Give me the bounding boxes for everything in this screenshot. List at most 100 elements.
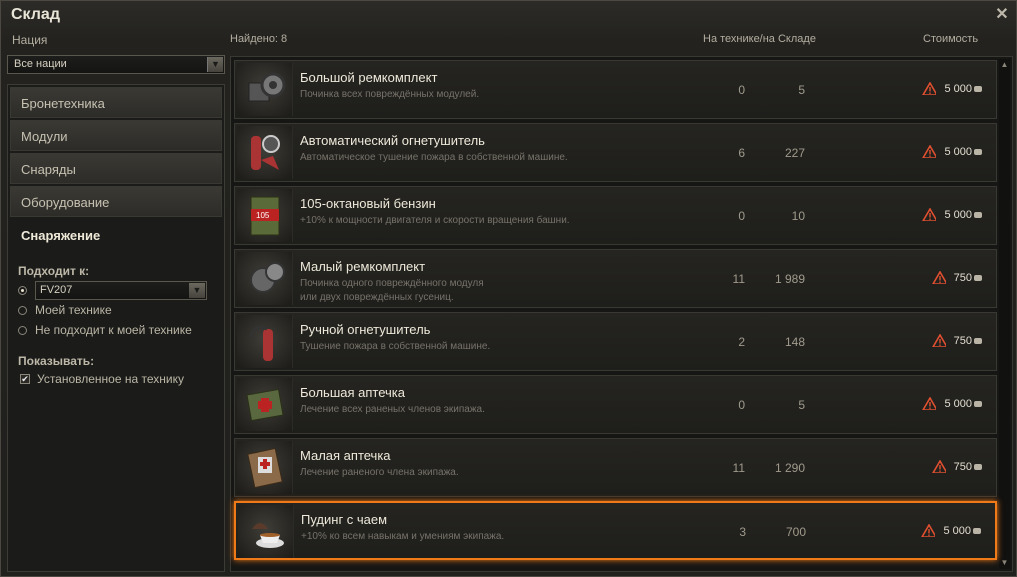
- item-price: 5 000: [921, 524, 981, 537]
- warning-icon: [931, 271, 946, 284]
- price-value: 5 000: [943, 524, 971, 537]
- item-price: 750: [931, 334, 982, 347]
- category-sidebar: Бронетехника Модули Снаряды Оборудование…: [7, 84, 225, 572]
- radio-selected-icon[interactable]: [18, 285, 27, 295]
- item-description: Лечение всех раненых членов экипажа.: [300, 404, 485, 415]
- in-depot-count: 700: [785, 525, 806, 539]
- scroll-down-icon[interactable]: ▼: [999, 557, 1010, 569]
- on-vehicle-count: 0: [738, 83, 745, 97]
- in-depot-count: 10: [791, 209, 805, 223]
- category-equipment[interactable]: Оборудование: [10, 186, 222, 217]
- in-depot-count: 1 989: [774, 272, 805, 286]
- repair-kit-small-icon: [237, 252, 293, 305]
- price-value: 750: [953, 271, 972, 284]
- item-row[interactable]: Пудинг с чаем +10% ко всем навыкам и умен…: [234, 501, 997, 560]
- category-vehicles[interactable]: Бронетехника: [10, 87, 222, 118]
- pudding-tea-icon: [238, 505, 294, 558]
- vehicle-select[interactable]: FV207 ▼: [35, 280, 207, 300]
- warning-icon: [922, 397, 937, 410]
- on-vehicle-count: 3: [739, 525, 746, 539]
- show-label: Показывать:: [18, 354, 95, 368]
- item-price: 5 000: [922, 397, 982, 410]
- radio-icon[interactable]: [18, 305, 27, 315]
- item-list: ▲ ▼ Большой ремкомплект Починка всех повр…: [230, 56, 1013, 572]
- item-row[interactable]: Большая аптечка Лечение всех раненых член…: [234, 375, 997, 434]
- item-description: или двух повреждённых гусениц.: [300, 292, 454, 303]
- item-name: 105-октановый бензин: [300, 196, 436, 211]
- item-name: Большой ремкомплект: [300, 70, 438, 85]
- nation-select-value: Все нации: [14, 58, 67, 70]
- chevron-down-icon[interactable]: ▼: [189, 282, 205, 298]
- credits-icon: [974, 148, 982, 155]
- on-vehicle-count: 11: [732, 461, 745, 475]
- item-row[interactable]: Большой ремкомплект Починка всех повреждё…: [234, 60, 997, 119]
- fits-label: Подходит к:: [18, 264, 90, 278]
- column-header-quantity: На технике/на Складе: [703, 33, 816, 45]
- price-value: 5 000: [944, 82, 972, 95]
- fits-option-label: Моей технике: [35, 303, 112, 317]
- not-fits-option[interactable]: Не подходит к моей технике: [18, 320, 224, 340]
- credits-icon: [974, 274, 982, 281]
- first-aid-large-icon: [237, 378, 293, 431]
- scrollbar[interactable]: ▲ ▼: [999, 59, 1010, 569]
- item-row[interactable]: Малый ремкомплект Починка одного повреждё…: [234, 249, 997, 308]
- in-depot-count: 1 290: [774, 461, 805, 475]
- auto-extinguisher-icon: [237, 126, 293, 179]
- category-consumables[interactable]: Снаряжение: [10, 219, 222, 250]
- fits-my-vehicles-option[interactable]: Моей технике: [18, 300, 224, 320]
- warning-icon: [931, 334, 946, 347]
- first-aid-small-icon: [237, 441, 293, 494]
- item-description: Тушение пожара в собственной машине.: [300, 341, 491, 352]
- item-description: Лечение раненого члена экипажа.: [300, 467, 459, 478]
- price-value: 5 000: [944, 208, 972, 221]
- item-row[interactable]: Малая аптечка Лечение раненого члена экип…: [234, 438, 997, 497]
- item-name: Малый ремкомплект: [300, 259, 426, 274]
- fits-vehicle-option[interactable]: FV207 ▼: [18, 280, 224, 300]
- item-price: 750: [931, 460, 982, 473]
- warning-icon: [921, 524, 936, 537]
- item-description: +10% к мощности двигателя и скорости вра…: [300, 215, 570, 226]
- warning-icon: [931, 460, 946, 473]
- credits-icon: [974, 463, 982, 470]
- chevron-down-icon[interactable]: ▼: [207, 57, 223, 72]
- svg-text:105: 105: [256, 211, 270, 220]
- close-icon[interactable]: ✕: [994, 7, 1010, 23]
- radio-icon[interactable]: [18, 325, 27, 335]
- scroll-up-icon[interactable]: ▲: [999, 59, 1010, 71]
- credits-icon: [973, 527, 981, 534]
- item-row[interactable]: Автоматический огнетушитель Автоматическо…: [234, 123, 997, 182]
- item-name: Автоматический огнетушитель: [300, 133, 485, 148]
- gasoline-105-icon: 105: [237, 189, 293, 242]
- item-name: Ручной огнетушитель: [300, 322, 431, 337]
- window-title: Склад: [11, 6, 60, 23]
- on-vehicle-count: 6: [738, 146, 745, 160]
- item-row[interactable]: 105 105-октановый бензин +10% к мощности д…: [234, 186, 997, 245]
- price-value: 750: [953, 460, 972, 473]
- item-row[interactable]: Ручной огнетушитель Тушение пожара в собс…: [234, 312, 997, 371]
- checkbox-checked-icon[interactable]: ✔: [20, 374, 30, 384]
- in-depot-count: 227: [784, 146, 805, 160]
- on-vehicle-count: 0: [738, 398, 745, 412]
- on-vehicle-count: 2: [738, 335, 745, 349]
- item-description: Починка всех повреждённых модулей.: [300, 89, 480, 100]
- price-value: 5 000: [944, 397, 972, 410]
- show-installed-label: Установленное на технику: [37, 372, 184, 386]
- credits-icon: [974, 85, 982, 92]
- item-price: 5 000: [922, 208, 982, 221]
- nation-select[interactable]: Все нации ▼: [7, 55, 225, 74]
- item-description: Починка одного повреждённого модуля: [300, 278, 484, 289]
- in-depot-count: 5: [798, 398, 805, 412]
- nation-label: Нация: [12, 33, 48, 47]
- manual-extinguisher-icon: [237, 315, 293, 368]
- item-price: 5 000: [922, 145, 982, 158]
- item-price: 5 000: [922, 82, 982, 95]
- on-vehicle-count: 11: [732, 272, 745, 286]
- category-modules[interactable]: Модули: [10, 120, 222, 151]
- category-shells[interactable]: Снаряды: [10, 153, 222, 184]
- on-vehicle-count: 0: [738, 209, 745, 223]
- warning-icon: [922, 82, 937, 95]
- in-depot-count: 148: [784, 335, 805, 349]
- item-name: Большая аптечка: [300, 385, 405, 400]
- credits-icon: [974, 400, 982, 407]
- show-installed-checkbox[interactable]: ✔ Установленное на технику: [20, 370, 224, 388]
